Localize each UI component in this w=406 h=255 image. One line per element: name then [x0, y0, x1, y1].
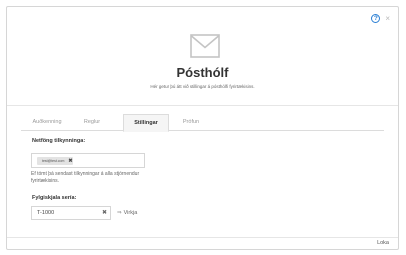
email-chip-text: test@test.com	[42, 159, 65, 163]
page-title: Pósthólf	[176, 65, 229, 80]
dialog-header: Pósthólf Hér getur þú átt við stillingar…	[7, 7, 398, 105]
notification-help-text: Ef tómt þá sendast tilkynningar á alla s…	[31, 171, 140, 184]
notification-emails-input[interactable]: test@test.com ✖	[31, 153, 145, 168]
apply-icon: ⇒	[117, 210, 122, 216]
mail-icon	[190, 34, 220, 58]
tab-reglur[interactable]: Reglur	[76, 114, 108, 131]
email-chip: test@test.com ✖	[37, 157, 73, 165]
tab-bar: Auðkenning Reglur Stillingar Prófun	[21, 114, 384, 132]
header-divider	[7, 105, 398, 106]
close-button[interactable]: Loka	[377, 240, 389, 246]
footer-divider	[7, 237, 398, 238]
apply-label: Virkja	[123, 210, 138, 216]
series-label: Fylgiskjala sería:	[32, 195, 77, 201]
page-subtitle: Hér getur þú átt við stillingar á pósthó…	[150, 84, 255, 89]
tab-audkenning[interactable]: Auðkenning	[25, 114, 69, 131]
tab-profun[interactable]: Prófun	[175, 114, 207, 131]
mailbox-dialog: ? × Pósthólf Hér getur þú átt við stilli…	[6, 6, 399, 250]
notification-emails-label: Netföng tilkynninga:	[32, 138, 86, 144]
tab-stillingar[interactable]: Stillingar	[123, 114, 169, 132]
clear-icon[interactable]: ✖	[102, 207, 107, 219]
apply-button[interactable]: ⇒ Virkja	[113, 206, 141, 220]
series-input[interactable]: T-1000 ✖	[31, 206, 111, 220]
remove-chip-icon[interactable]: ✖	[68, 158, 72, 164]
series-value: T-1000	[37, 210, 55, 216]
series-row: T-1000 ✖ ⇒ Virkja	[31, 206, 141, 220]
